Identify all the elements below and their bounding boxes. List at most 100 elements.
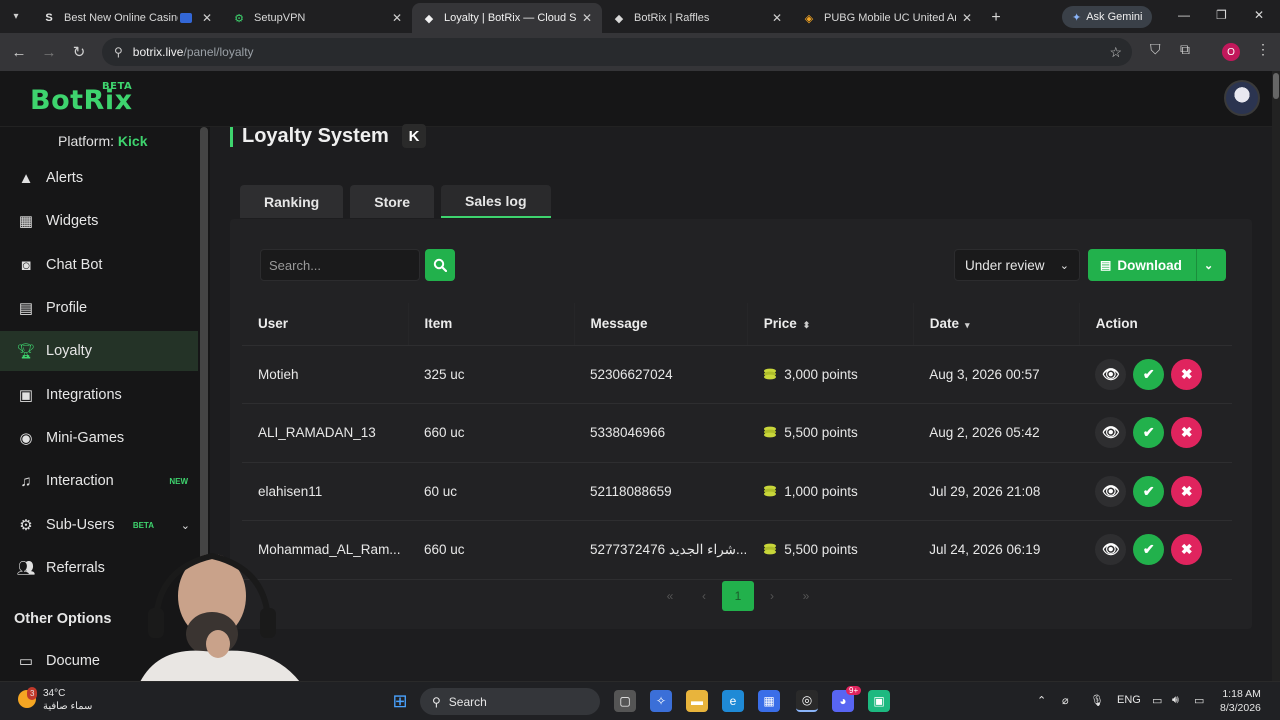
view-eye-icon[interactable]: 👁︎	[1095, 475, 1127, 507]
tab-search-chevron-icon[interactable]: ▾	[0, 0, 32, 33]
browser-tab[interactable]: ⚙ SetupVPN ✕	[222, 3, 412, 33]
page-scrollbar[interactable]	[1272, 71, 1280, 681]
approve-check-icon[interactable]: ✔	[1133, 417, 1165, 449]
forward-arrow-icon[interactable]: →	[34, 44, 64, 61]
discord-notification-badge: 9+	[846, 686, 862, 695]
prev-page-button[interactable]: ‹	[688, 581, 720, 611]
reject-x-icon[interactable]: ✖	[1171, 475, 1203, 507]
input-language[interactable]: ENG	[1117, 694, 1141, 706]
cell-user: elahisen11	[242, 462, 408, 521]
reject-x-icon[interactable]: ✖	[1171, 417, 1203, 449]
file-explorer-icon[interactable]: ▬	[686, 690, 708, 712]
new-badge: NEW	[169, 476, 188, 486]
robot-icon: ◙	[21, 256, 31, 274]
sort-both-icon[interactable]: ⬍	[803, 320, 811, 330]
sidebar-item-chat-bot[interactable]: ◙ Chat Bot	[0, 245, 198, 285]
bookmark-star-icon[interactable]: ☆	[1109, 44, 1122, 61]
reject-x-icon[interactable]: ✖	[1171, 358, 1203, 390]
minimize-icon[interactable]: —	[1178, 8, 1190, 22]
sidebar-item-alerts[interactable]: ▲ Alerts	[0, 158, 198, 198]
ask-gemini-button[interactable]: ✦ Ask Gemini	[1062, 6, 1153, 28]
price-value: 3,000 points	[784, 366, 858, 382]
download-button[interactable]: ▤ Download ⌄	[1088, 249, 1226, 281]
next-page-button[interactable]: ›	[756, 581, 788, 611]
browser-tab[interactable]: S Best New Online Casino G ✕	[32, 3, 222, 33]
file-excel-icon: ▤	[1100, 258, 1112, 272]
back-arrow-icon[interactable]: ←	[4, 44, 34, 61]
close-icon[interactable]: ✕	[202, 11, 212, 25]
address-bar[interactable]: ⚲ botrix.live/panel/loyalty ☆	[102, 38, 1132, 66]
current-page-button[interactable]: 1	[722, 581, 754, 611]
taskbar-search[interactable]: ⚲ Search	[420, 688, 600, 715]
weather-description: سماء صافية	[43, 701, 93, 712]
sidebar-item-loyalty[interactable]: 🏆︎ Loyalty	[0, 331, 198, 371]
weather-widget[interactable]: 3 34°C سماء صافية	[18, 687, 92, 713]
chrome-icon[interactable]: ◎	[796, 690, 818, 712]
gemini-star-icon: ✦	[1072, 11, 1082, 24]
chevron-down-icon[interactable]: ⌄	[1204, 259, 1213, 272]
browser-tab[interactable]: ◈ PUBG Mobile UC United Arab ✕	[792, 3, 982, 33]
chevron-down-icon[interactable]: ⌄	[181, 519, 190, 532]
battery-icon[interactable]: ▭	[1194, 694, 1204, 707]
sidebar-item-widgets[interactable]: ▦ Widgets	[0, 201, 198, 241]
browser-tab-active[interactable]: ◆ Loyalty | BotRix — Cloud Stre ✕	[412, 3, 602, 33]
copilot-icon[interactable]: ✧	[650, 690, 672, 712]
sidebar-item-mini-games[interactable]: ◉ Mini-Games	[0, 418, 198, 458]
volume-icon[interactable]: 🔊︎	[1172, 694, 1179, 707]
tab-ranking[interactable]: Ranking	[240, 185, 344, 218]
edge-browser-icon[interactable]: e	[722, 690, 744, 712]
reload-icon[interactable]: ↻	[64, 43, 94, 61]
search-input[interactable]: Search...	[260, 249, 420, 281]
coins-icon	[764, 426, 777, 438]
tab-store[interactable]: Store	[350, 185, 435, 218]
browser-menu-icon[interactable]: ⋮	[1256, 41, 1270, 58]
approve-check-icon[interactable]: ✔	[1133, 358, 1165, 390]
task-view-icon[interactable]: ▢	[614, 690, 636, 712]
microsoft-store-icon[interactable]: ▦	[758, 690, 780, 712]
view-eye-icon[interactable]: 👁︎	[1095, 358, 1127, 390]
view-eye-icon[interactable]: 👁︎	[1095, 417, 1127, 449]
sidebar-item-sub-users[interactable]: ⚙ Sub-Users BETA ⌄	[0, 505, 198, 545]
display-icon[interactable]: ▭	[1152, 694, 1162, 707]
user-avatar[interactable]	[1224, 80, 1260, 116]
system-clock[interactable]: 1:18 AM 8/3/2026	[1220, 687, 1261, 715]
browser-tab[interactable]: ◆ BotRix | Raffles ✕	[602, 3, 792, 33]
new-tab-button[interactable]: +	[982, 3, 1010, 33]
extensions-puzzle-icon[interactable]: ⧉	[1180, 41, 1190, 58]
view-eye-icon[interactable]: 👁︎	[1095, 534, 1127, 566]
sort-desc-icon[interactable]: ▾	[965, 320, 970, 330]
maximize-icon[interactable]: ❐	[1216, 8, 1227, 22]
close-icon[interactable]: ✕	[582, 11, 592, 25]
close-icon[interactable]: ✕	[772, 11, 782, 25]
approve-check-icon[interactable]: ✔	[1133, 534, 1165, 566]
tray-overflow-chevron-icon[interactable]: ⌃	[1037, 694, 1046, 707]
approve-check-icon[interactable]: ✔	[1133, 475, 1165, 507]
sidebar-item-profile[interactable]: ▤ Profile	[0, 288, 198, 328]
scrollbar-thumb[interactable]	[1273, 73, 1279, 99]
status-filter-select[interactable]: Under review ⌄	[954, 249, 1080, 281]
site-info-icon[interactable]: ⚲	[114, 45, 123, 59]
tab-sales-log[interactable]: Sales log	[441, 185, 551, 218]
windows-start-icon[interactable]: ⊞	[389, 690, 411, 712]
download-split-divider	[1196, 249, 1197, 281]
pubg-favicon-icon: ◈	[804, 12, 814, 25]
botrix-logo[interactable]: BotRix BETA	[30, 81, 133, 116]
window-close-icon[interactable]: ✕	[1254, 8, 1264, 22]
browser-profile-avatar[interactable]: O	[1222, 43, 1240, 61]
app-tray-icon[interactable]: ▣	[868, 690, 890, 712]
extension-shield-icon[interactable]: ⛉	[1150, 41, 1161, 58]
sidebar-item-integrations[interactable]: ▣ Integrations	[0, 375, 198, 415]
search-button[interactable]	[425, 249, 455, 281]
sidebar-item-interaction[interactable]: ♫ Interaction NEW	[0, 461, 198, 501]
first-page-button[interactable]: «	[654, 581, 686, 611]
microphone-icon[interactable]: 🎙︎	[1090, 694, 1104, 707]
network-off-icon[interactable]: ⌀	[1062, 694, 1069, 707]
cell-date: Aug 2, 2026 05:42	[913, 403, 1080, 463]
column-header-date[interactable]: Date ▾	[912, 303, 1080, 346]
app-header: BotRix BETA	[0, 71, 1272, 127]
column-header-price[interactable]: Price ⬍	[746, 303, 914, 346]
last-page-button[interactable]: »	[790, 581, 822, 611]
reject-x-icon[interactable]: ✖	[1171, 534, 1203, 566]
close-icon[interactable]: ✕	[392, 11, 402, 25]
close-icon[interactable]: ✕	[962, 11, 972, 25]
